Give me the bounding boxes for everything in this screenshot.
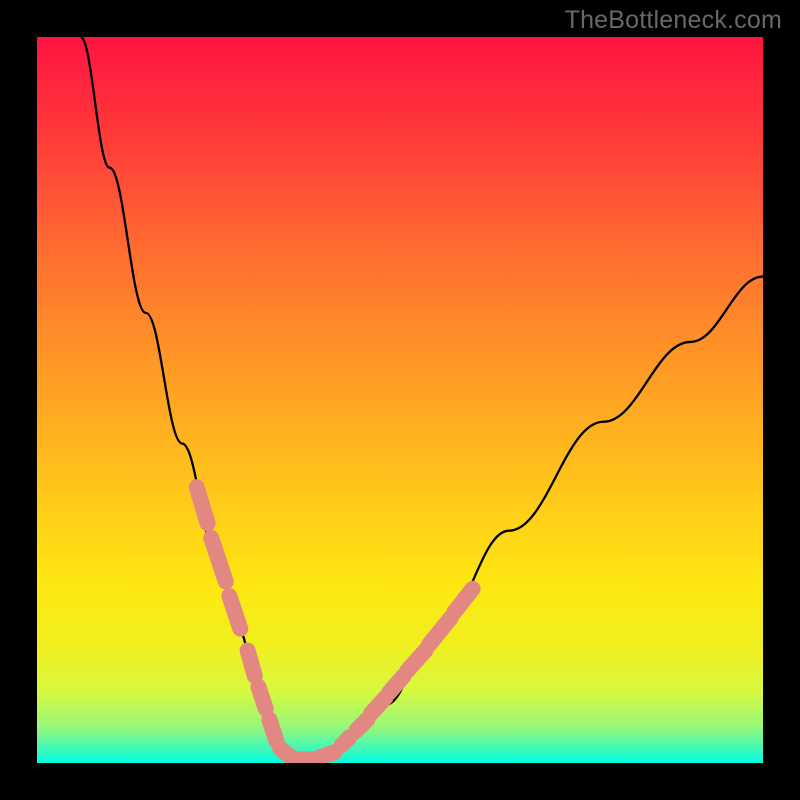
marker-segment — [269, 719, 276, 741]
chart-overlay — [37, 37, 763, 763]
marker-segment — [211, 538, 226, 582]
marker-segment — [389, 676, 404, 693]
marker-segment — [454, 589, 472, 612]
marker-segment — [197, 487, 208, 523]
marker-segment — [258, 687, 265, 709]
marker-segment — [429, 618, 451, 645]
marker-segment — [356, 719, 367, 730]
watermark-label: TheBottleneck.com — [565, 6, 782, 35]
marker-segment — [317, 752, 335, 759]
marker-segment — [407, 650, 425, 670]
marker-segments — [197, 487, 473, 759]
marker-segment — [342, 738, 349, 745]
marker-segment — [248, 650, 255, 675]
marker-segment — [371, 698, 386, 714]
marker-segment — [229, 596, 240, 629]
